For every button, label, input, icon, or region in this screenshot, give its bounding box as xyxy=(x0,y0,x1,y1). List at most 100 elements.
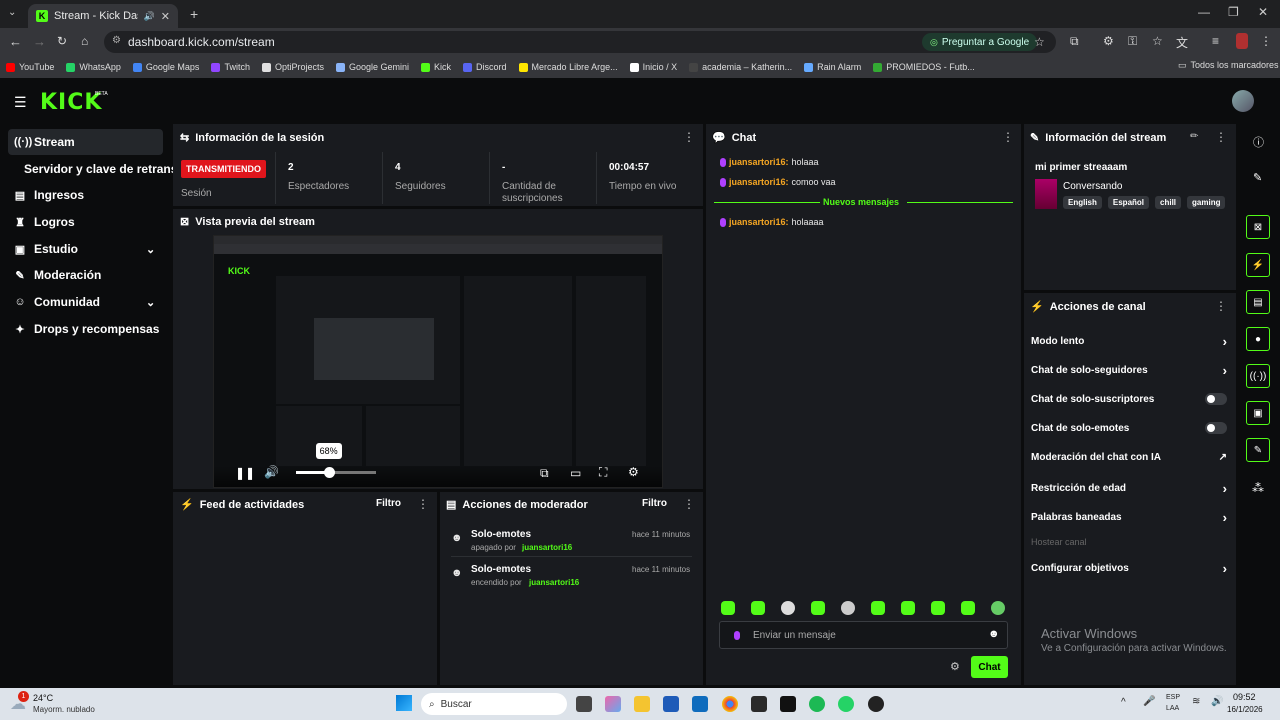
emote-button[interactable] xyxy=(961,601,975,615)
extensions-icon[interactable]: ⧉ xyxy=(1070,34,1079,49)
file-explorer-icon[interactable] xyxy=(634,696,650,712)
store-icon[interactable] xyxy=(663,696,679,712)
hamburger-menu-icon[interactable]: ☰ xyxy=(14,94,27,111)
pause-icon[interactable]: ❚❚ xyxy=(235,466,255,480)
app-icon[interactable] xyxy=(868,696,884,712)
emote-button[interactable] xyxy=(841,601,855,615)
close-window-icon[interactable]: ✕ xyxy=(1258,5,1268,19)
home-icon[interactable]: ⌂ xyxy=(81,34,88,48)
info-icon[interactable]: ⓘ xyxy=(1253,134,1264,150)
action-banned-words[interactable]: Palabras baneadas › xyxy=(1031,510,1227,525)
theater-icon[interactable]: ▭ xyxy=(570,466,581,480)
task-view-icon[interactable] xyxy=(576,696,592,712)
chat-username[interactable]: juansartori16: xyxy=(729,157,789,167)
sidebar-item-stream[interactable]: ((·)) Stream xyxy=(8,129,163,155)
speaker-icon[interactable]: 🔊 xyxy=(1211,696,1223,707)
bookmark-item[interactable]: Mercado Libre Arge... xyxy=(518,62,618,72)
kick-logo[interactable]: KICK xyxy=(40,90,102,115)
feed-menu-icon[interactable]: ⋮ xyxy=(417,497,429,511)
bookmark-item[interactable]: academia – Katherin... xyxy=(689,62,792,72)
clock-date[interactable]: 16/1/2026 xyxy=(1227,705,1263,714)
sidebar-item-achievements[interactable]: ♜ Logros xyxy=(8,209,163,235)
whatsapp-icon[interactable] xyxy=(838,696,854,712)
action-age-restriction[interactable]: Restricción de edad › xyxy=(1031,481,1227,496)
copilot-icon[interactable] xyxy=(605,696,621,712)
sidebar-item-revenue[interactable]: ▤ Ingresos xyxy=(8,182,163,208)
tab-audio-icon[interactable]: 🔊 xyxy=(144,11,155,22)
emotes-only-toggle[interactable] xyxy=(1205,422,1227,434)
tab-list-icon[interactable]: ⌄ xyxy=(8,7,16,18)
bookmark-item[interactable]: PROMIEDOS - Futb... xyxy=(873,62,975,72)
chat-input[interactable]: Enviar un mensaje ☻ xyxy=(719,621,1008,649)
edit-icon[interactable]: ✎ xyxy=(1253,171,1262,184)
send-chat-button[interactable]: Chat xyxy=(971,656,1008,678)
stream-info-menu-icon[interactable]: ⋮ xyxy=(1215,130,1227,144)
volume-icon[interactable]: 🔊 xyxy=(264,465,279,479)
rail-session-button[interactable]: ((·)) xyxy=(1246,364,1270,388)
bookmark-item[interactable]: Rain Alarm xyxy=(804,62,861,72)
emote-button[interactable] xyxy=(931,601,945,615)
rail-stream-info-button[interactable]: ▣ xyxy=(1246,401,1270,425)
clock-time[interactable]: 09:52 xyxy=(1233,692,1256,702)
start-icon[interactable] xyxy=(396,695,412,711)
new-tab-icon[interactable]: + xyxy=(190,6,198,22)
session-menu-icon[interactable]: ⋮ xyxy=(683,130,695,144)
action-followers-only[interactable]: Chat de solo-seguidores › xyxy=(1031,363,1227,378)
browser-tab[interactable]: K Stream - Kick Dashboard 🔊 ✕ xyxy=(28,4,178,28)
chrome-icon[interactable] xyxy=(722,696,738,712)
sidebar-item-community[interactable]: ☺ Comunidad ⌄ xyxy=(8,289,163,315)
mod-action-user[interactable]: juansartori16 xyxy=(529,578,579,587)
emote-button[interactable] xyxy=(991,601,1005,615)
sidebar-item-server-key[interactable]: Servidor y clave de retransm xyxy=(18,156,188,182)
address-bar[interactable]: ⚙ dashboard.kick.com/stream xyxy=(104,31,1056,53)
bookmark-item[interactable]: Google Maps xyxy=(132,62,199,72)
rail-preview-button[interactable]: ⊠ xyxy=(1246,215,1270,239)
chevron-up-icon[interactable]: ^ xyxy=(1121,697,1126,708)
taskbar-search[interactable]: ⌕ Buscar xyxy=(421,693,567,715)
emote-button[interactable] xyxy=(901,601,915,615)
sidebar-item-moderation[interactable]: ✎ Moderación xyxy=(8,262,163,288)
sidebar-item-studio[interactable]: ▣ Estudio ⌄ xyxy=(8,236,163,262)
picture-in-picture-icon[interactable]: ⧉ xyxy=(540,466,549,481)
emoji-picker-icon[interactable]: ☻ xyxy=(988,628,1000,640)
bookmark-item[interactable]: Google Gemini xyxy=(335,62,409,72)
star-bookmark-icon[interactable]: ☆ xyxy=(1034,35,1045,49)
action-slow-mode[interactable]: Modo lento › xyxy=(1031,334,1227,349)
volume-slider[interactable] xyxy=(296,471,376,474)
chat-settings-icon[interactable]: ⚙ xyxy=(950,660,960,673)
mod-action-user[interactable]: juansartori16 xyxy=(522,543,572,552)
spotify-icon[interactable] xyxy=(809,696,825,712)
bookmark-item[interactable]: Kick xyxy=(421,62,451,72)
ask-google-button[interactable]: ◎ Preguntar a Google xyxy=(922,33,1038,51)
subscribers-only-toggle[interactable] xyxy=(1205,393,1227,405)
menu-icon[interactable]: ⋮ xyxy=(1260,34,1272,48)
stream-preview-video[interactable]: KICK xyxy=(213,235,663,488)
bookmark-item[interactable]: YouTube xyxy=(6,62,54,72)
bookmark-item[interactable]: Twitch xyxy=(211,62,250,72)
settings-gear-icon[interactable]: ⚙ xyxy=(628,465,639,479)
minimize-icon[interactable]: — xyxy=(1198,5,1210,19)
sidebar-item-drops[interactable]: ✦ Drops y recompensas xyxy=(8,316,163,342)
tab-close-icon[interactable]: ✕ xyxy=(161,10,170,23)
emote-button[interactable] xyxy=(811,601,825,615)
mod-menu-icon[interactable]: ⋮ xyxy=(683,497,695,511)
feed-filter-button[interactable]: Filtro xyxy=(376,498,401,509)
password-icon[interactable]: ⚿ xyxy=(1128,34,1137,49)
rail-actions-button[interactable]: ✎ xyxy=(1246,438,1270,462)
bookmark-item[interactable]: Discord xyxy=(463,62,507,72)
bookmark-icon[interactable]: ☆ xyxy=(1152,34,1163,48)
profile-icon[interactable] xyxy=(1236,33,1248,49)
site-info-icon[interactable]: ⚙ xyxy=(112,35,121,46)
chat-username[interactable]: juansartori16: xyxy=(729,217,789,227)
bookmark-item[interactable]: WhatsApp xyxy=(66,62,121,72)
rail-chat-button[interactable]: ● xyxy=(1246,327,1270,351)
emote-button[interactable] xyxy=(751,601,765,615)
back-icon[interactable]: ← xyxy=(9,34,22,49)
reload-icon[interactable]: ↻ xyxy=(57,34,67,48)
all-bookmarks[interactable]: ▭ Todos los marcadores xyxy=(1178,60,1279,71)
restore-icon[interactable]: ❐ xyxy=(1228,5,1239,19)
action-goals[interactable]: Configurar objetivos › xyxy=(1031,561,1227,576)
translate-icon[interactable]: 文 xyxy=(1176,34,1188,51)
category-name[interactable]: Conversando xyxy=(1063,181,1122,192)
microphone-icon[interactable]: 🎤 xyxy=(1143,696,1155,707)
